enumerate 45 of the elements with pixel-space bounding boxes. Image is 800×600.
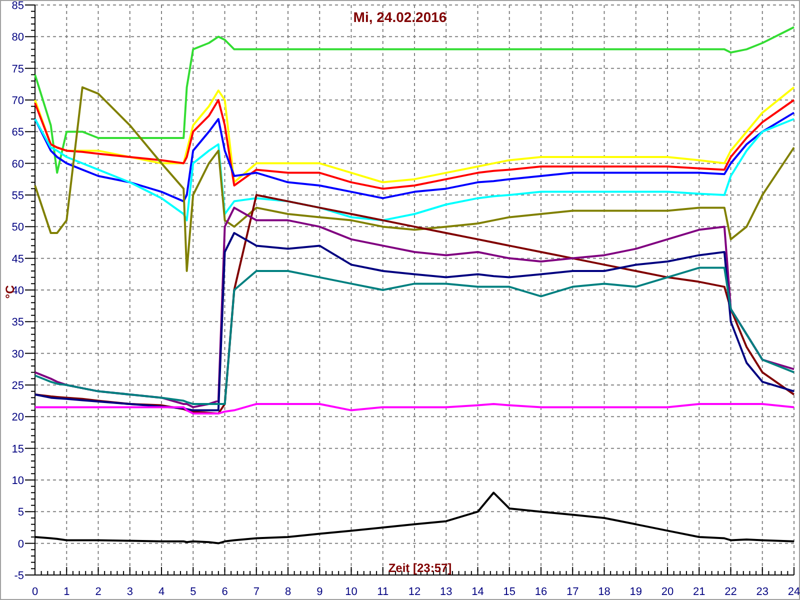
tick-label: 70 <box>12 95 24 107</box>
tick-label: 15 <box>503 586 516 598</box>
tick-label: 11 <box>377 586 389 598</box>
tick-label: 25 <box>12 380 24 392</box>
tick-label: 10 <box>345 586 358 598</box>
tick-label: 1 <box>64 586 70 598</box>
tick-label: 50 <box>12 222 24 234</box>
tick-label: 8 <box>284 586 292 598</box>
tick-label: 7 <box>253 586 260 598</box>
tick-label: -5 <box>14 570 24 582</box>
tick-label: 20 <box>661 586 674 598</box>
tick-label: 23 <box>756 586 768 598</box>
tick-label: 12 <box>408 586 421 598</box>
tick-label: 14 <box>472 586 484 598</box>
tick-label: 0 <box>32 586 38 598</box>
tick-label: 19 <box>630 586 642 598</box>
tick-label: 6 <box>222 586 228 598</box>
tick-label: 80 <box>12 32 24 44</box>
tick-label: 9 <box>316 586 323 598</box>
tick-label: 16 <box>534 586 548 598</box>
chart-title: Mi, 24.02.2016 <box>353 9 447 25</box>
axis-title: Zeit [23:57] <box>388 561 452 575</box>
tick-label: 13 <box>440 586 452 598</box>
tick-label: 60 <box>12 158 24 170</box>
tick-label: 85 <box>12 0 24 12</box>
tick-label: 3 <box>126 586 133 598</box>
tick-label: 20 <box>12 412 24 424</box>
tick-label: 18 <box>598 586 610 598</box>
tick-label: 5 <box>18 506 24 519</box>
tick-label: 21 <box>693 586 706 598</box>
tick-label: 4 <box>158 586 165 598</box>
tick-label: 2 <box>95 586 102 598</box>
tick-label: 17 <box>566 586 579 598</box>
tick-label: 5 <box>190 586 196 598</box>
tick-label: 75 <box>12 63 24 76</box>
tick-label: 10 <box>12 475 24 487</box>
tick-label: 15 <box>12 443 24 456</box>
tick-label: 22 <box>724 586 737 598</box>
tick-label: 24 <box>788 586 800 598</box>
tick-label: 35 <box>12 316 24 329</box>
tick-label: 0 <box>18 538 24 550</box>
tick-label: 30 <box>12 348 24 360</box>
tick-label: 45 <box>12 253 24 266</box>
tick-label: 65 <box>12 126 24 139</box>
tick-label: 55 <box>12 190 24 202</box>
